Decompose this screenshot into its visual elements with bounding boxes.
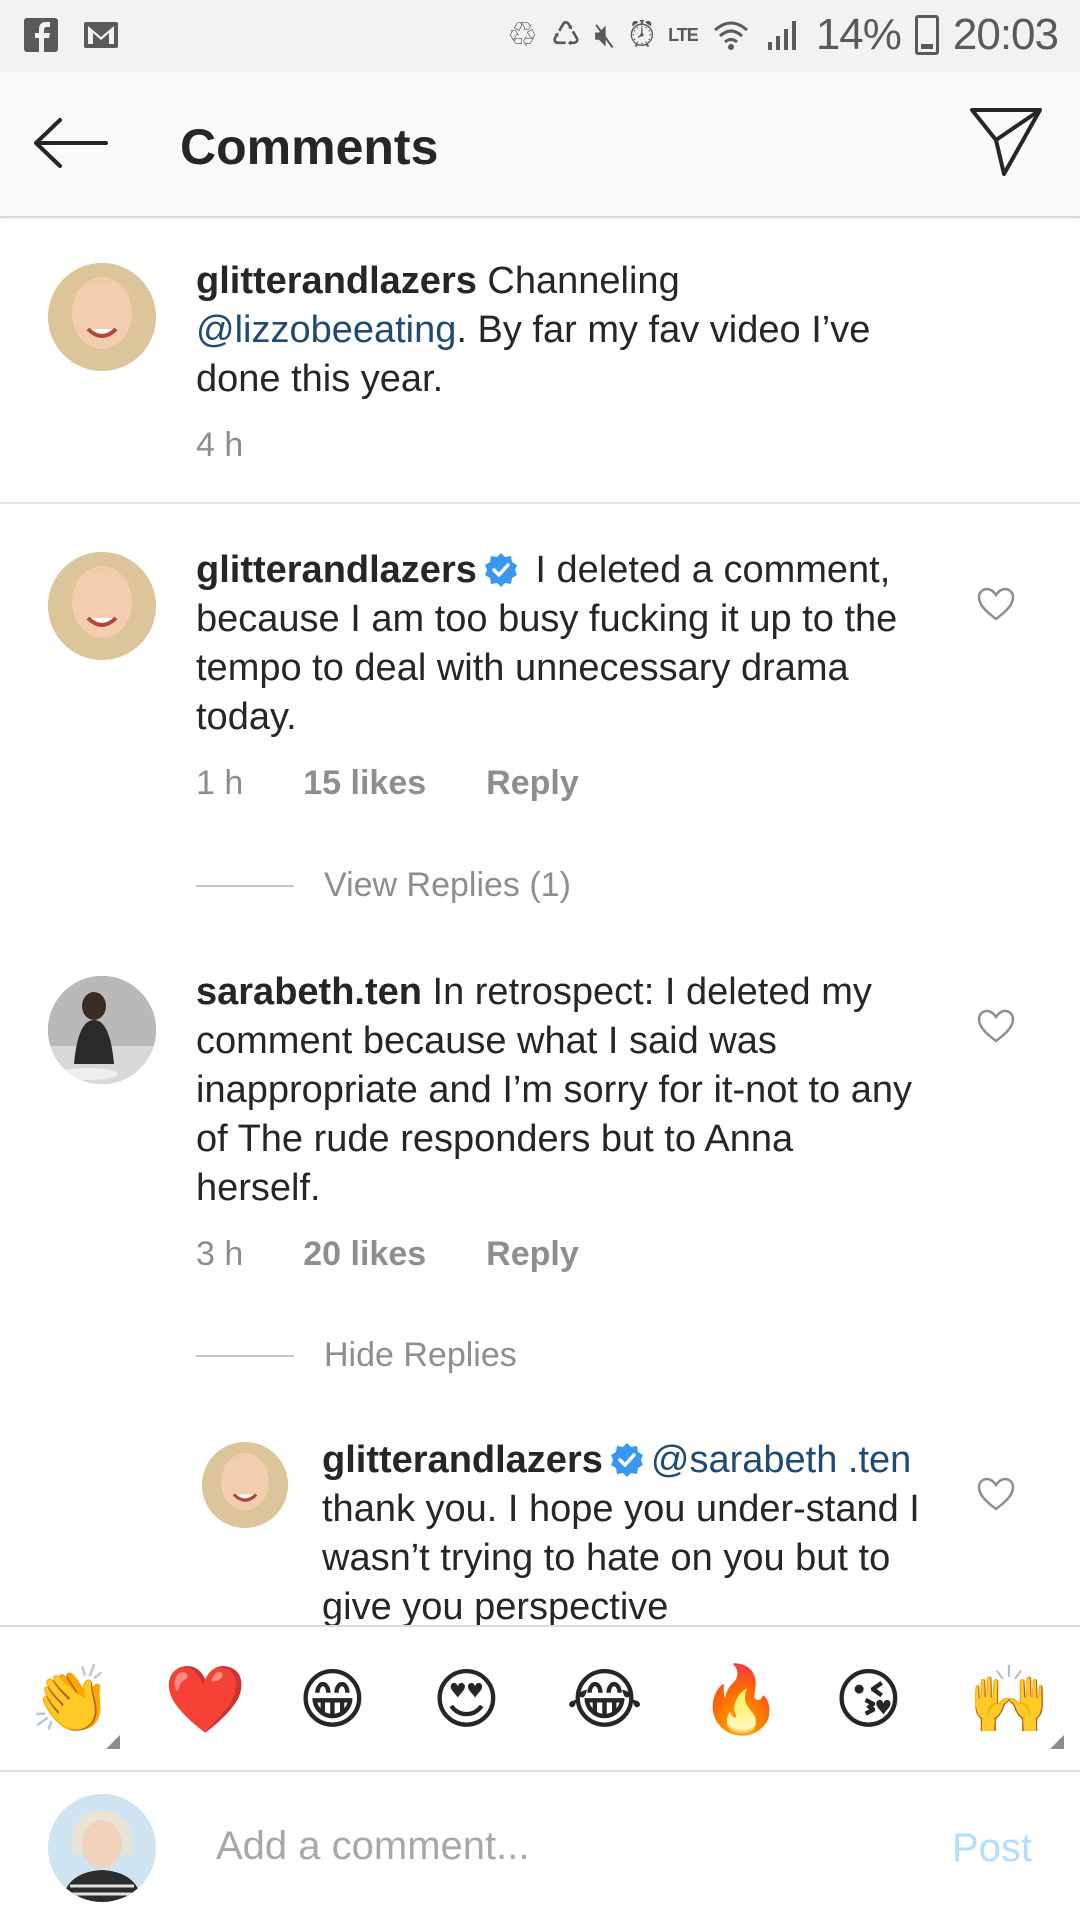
avatar[interactable]: [48, 976, 156, 1084]
raising-hands-emoji-button[interactable]: 🙌: [968, 1661, 1050, 1737]
divider: [196, 1354, 294, 1357]
clapping-emoji-button[interactable]: 👏: [30, 1661, 112, 1737]
timestamp: 3 h: [196, 1235, 244, 1273]
fire-emoji-button[interactable]: 🔥: [700, 1661, 782, 1737]
like-heart-icon[interactable]: [976, 1476, 1016, 1512]
battery-percent: 14%: [815, 10, 902, 59]
facebook-icon: [24, 18, 58, 52]
divider: [196, 884, 294, 887]
gmail-icon: [84, 22, 118, 48]
avatar[interactable]: [202, 1442, 288, 1528]
like-heart-icon[interactable]: [976, 1008, 1016, 1044]
comment-text: sarabeth.ten In retrospect: I deleted my…: [196, 971, 913, 1209]
emoji-skin-tone-indicator-icon: [1050, 1735, 1064, 1749]
post-button[interactable]: Post: [952, 1826, 1032, 1871]
comments-list[interactable]: glitterandlazers Channeling @lizzobeeati…: [0, 218, 1080, 1625]
caption-text: glitterandlazers Channeling @lizzobeeati…: [196, 260, 871, 400]
heart-eyes-emoji-button[interactable]: 😍: [432, 1661, 501, 1737]
likes-count[interactable]: 20 likes: [303, 1235, 426, 1274]
username[interactable]: glitterandlazers: [196, 549, 477, 591]
timestamp: 1 h: [196, 764, 244, 802]
volte-icon: LTE: [668, 25, 699, 45]
comment-input[interactable]: [216, 1816, 876, 1876]
recycle-icon: ♺: [550, 16, 582, 54]
verified-badge-icon: [610, 1443, 643, 1477]
timestamp: 4 h: [196, 426, 244, 464]
comments-header: Comments: [0, 72, 1080, 218]
mention-link[interactable]: @lizzobeeating: [196, 309, 456, 351]
alarm-icon: ⏰︎: [628, 16, 656, 54]
avatar[interactable]: [48, 263, 156, 371]
username[interactable]: sarabeth.ten: [196, 971, 422, 1013]
emoji-quick-bar: 👏 ❤️ 😁 😍 😂 🔥 😘 🙌: [0, 1625, 1080, 1770]
like-heart-icon[interactable]: [976, 586, 1016, 622]
battery-icon: [914, 15, 939, 55]
recycle-icon: ♲: [507, 16, 538, 54]
arrow-left-icon[interactable]: [30, 108, 110, 178]
status-bar: ♲ ♺ 🔇︎ ⏰︎ LTE 14% 20:03: [0, 0, 1080, 72]
kiss-emoji-button[interactable]: 😘: [834, 1661, 903, 1737]
comment-text: glitterandlazers I deleted a comment, be…: [196, 549, 898, 738]
emoji-skin-tone-indicator-icon: [106, 1735, 120, 1749]
reply-button[interactable]: Reply: [486, 1235, 579, 1274]
reply-text: glitterandlazers @sarabeth .ten thank you…: [322, 1439, 920, 1625]
comment-meta: 1 h 15 likes Reply: [196, 764, 639, 803]
tears-of-joy-emoji-button[interactable]: 😂: [566, 1661, 643, 1737]
comment-meta: 3 h 20 likes Reply: [196, 1235, 639, 1274]
clock: 20:03: [952, 10, 1059, 59]
grinning-emoji-button[interactable]: 😁: [298, 1661, 367, 1737]
wifi-icon: [713, 21, 748, 50]
mute-icon: 🔇︎: [594, 16, 615, 54]
reply-button[interactable]: Reply: [486, 764, 579, 803]
username[interactable]: glitterandlazers: [196, 260, 477, 302]
mention-link[interactable]: @sarabeth .ten: [651, 1439, 911, 1481]
divider: [0, 502, 1080, 504]
paper-plane-icon[interactable]: [968, 104, 1044, 180]
hide-replies-button[interactable]: Hide Replies: [196, 1336, 517, 1375]
likes-count[interactable]: 15 likes: [303, 764, 426, 803]
avatar[interactable]: [48, 552, 156, 660]
comment-input-bar: Post: [0, 1770, 1080, 1920]
verified-badge-icon: [484, 553, 517, 587]
caption-meta: 4 h: [196, 426, 303, 465]
current-user-avatar: [48, 1794, 156, 1902]
view-replies-button[interactable]: View Replies (1): [196, 866, 571, 905]
username[interactable]: glitterandlazers: [322, 1439, 603, 1481]
heart-emoji-button[interactable]: ❤️: [164, 1661, 246, 1737]
signal-icon: [767, 21, 796, 50]
page-title: Comments: [180, 119, 439, 175]
